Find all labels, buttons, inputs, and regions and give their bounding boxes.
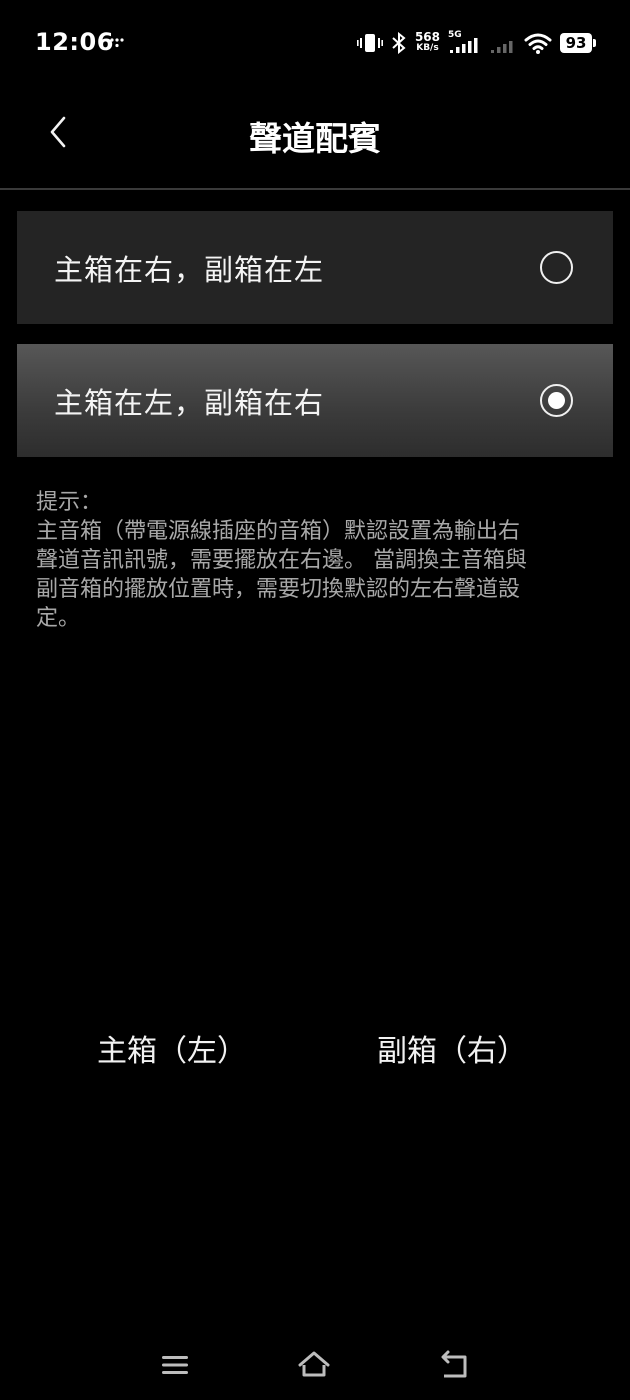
- battery-icon: 93: [560, 33, 596, 53]
- hint-line: 聲道音訊訊號，需要擺放在右邊。 當調換主音箱與: [36, 548, 527, 573]
- signal-5g-icon: 5G: [448, 30, 482, 56]
- radio-checked-icon[interactable]: [540, 384, 573, 417]
- signal-icon: [491, 41, 513, 53]
- battery-tip: [593, 39, 596, 47]
- status-icons: 568 KB/s 5G 93: [356, 28, 596, 58]
- network-speed-unit: KB/s: [416, 43, 439, 53]
- bluetooth-icon: [392, 32, 406, 54]
- option-main-left-sub-right[interactable]: 主箱在左，副箱在右: [17, 344, 613, 457]
- home-icon[interactable]: [297, 1348, 331, 1382]
- back-nav-icon[interactable]: [438, 1348, 472, 1382]
- battery-level: 93: [560, 33, 592, 53]
- page-title: 聲道配賓: [249, 119, 381, 158]
- header: 聲道配賓: [0, 86, 630, 189]
- hint-line: 主音箱（帶電源線插座的音箱）默認設置為輸出右: [36, 519, 521, 544]
- radio-unchecked-icon[interactable]: [540, 251, 573, 284]
- app-screen: 12:06 568 KB/s 5G 93 聲道配賓 主箱在右，副箱在左 主箱在左…: [0, 0, 630, 1400]
- wifi-icon: [524, 33, 552, 54]
- sub-speaker-label: 副箱（右）: [377, 1034, 527, 1069]
- status-time: 12:06: [35, 28, 114, 56]
- hint-line: 副音箱的擺放位置時，需要切換默認的左右聲道設: [36, 577, 521, 602]
- header-divider: [0, 188, 630, 190]
- option-main-right-sub-left[interactable]: 主箱在右，副箱在左: [17, 211, 613, 324]
- main-speaker-label: 主箱（左）: [97, 1034, 247, 1069]
- option-label: 主箱在右，副箱在左: [54, 252, 325, 287]
- option-label: 主箱在左，副箱在右: [54, 385, 325, 420]
- hint-line: 定。: [36, 606, 81, 631]
- system-nav-bar: [0, 1330, 630, 1400]
- vibrate-icon: [356, 34, 383, 52]
- status-bar: 12:06 568 KB/s 5G 93: [0, 0, 630, 86]
- tiktok-notification-icon: [110, 38, 124, 48]
- network-speed: 568 KB/s: [414, 30, 440, 54]
- network-speed-value: 568: [414, 30, 440, 44]
- recent-apps-icon[interactable]: [158, 1348, 192, 1382]
- hint-line: 提示：: [36, 490, 103, 515]
- hint-text: 提示： 主音箱（帶電源線插座的音箱）默認設置為輸出右 聲道音訊訊號，需要擺放在右…: [36, 488, 596, 633]
